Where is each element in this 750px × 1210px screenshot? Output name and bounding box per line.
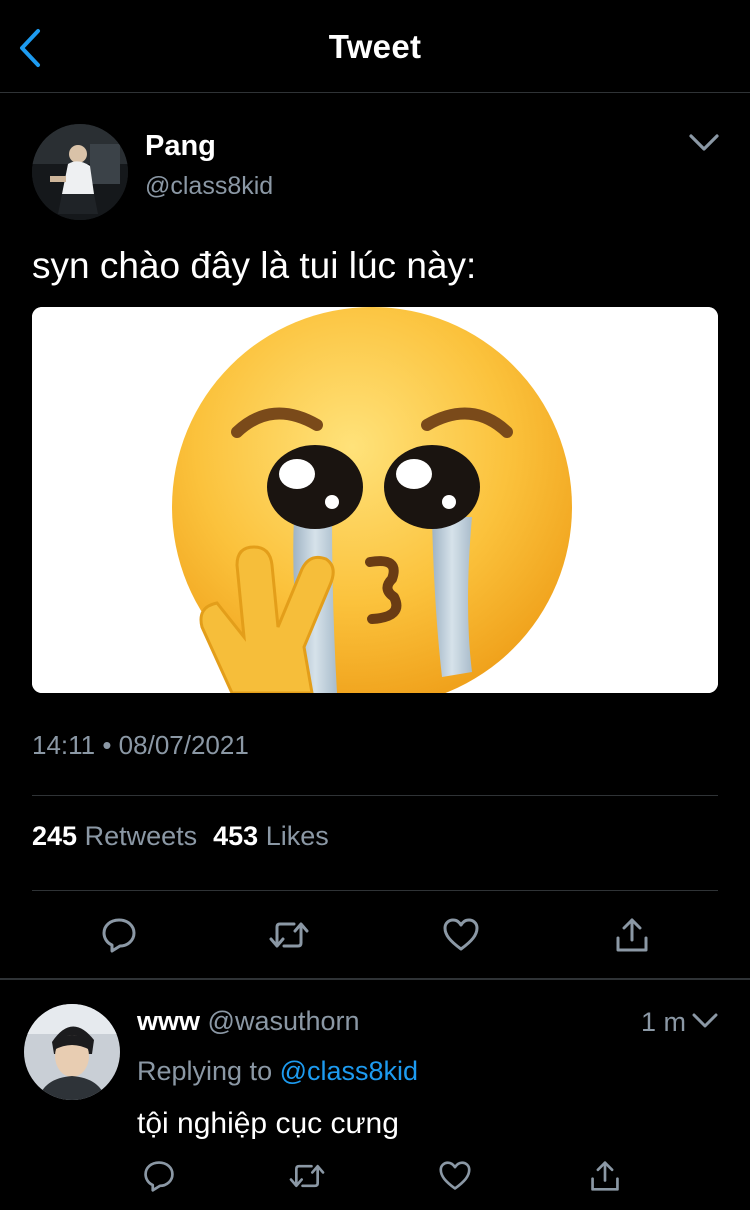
top-bar: Tweet	[0, 0, 750, 93]
chevron-down-icon	[689, 134, 719, 151]
reply-action-bar	[137, 1156, 697, 1196]
share-icon	[591, 1161, 619, 1191]
reply-share-button[interactable]	[583, 1156, 627, 1196]
replying-to-handle-link[interactable]: @class8kid	[280, 1056, 418, 1086]
reply-tweet[interactable]: www @wasuthorn 1 m Replying to @class8ki…	[0, 980, 750, 1210]
retweets-stat[interactable]: 245 Retweets	[32, 821, 197, 851]
retweets-label: Retweets	[84, 821, 198, 851]
tweet-stats: 245 Retweets 453 Likes	[32, 821, 329, 852]
likes-stat[interactable]: 453 Likes	[213, 821, 329, 851]
tweet-header: Pang @class8kid	[32, 124, 722, 220]
heart-icon	[443, 918, 479, 951]
reply-reply-button[interactable]	[137, 1156, 181, 1196]
reply-options-button[interactable]	[690, 1008, 720, 1034]
reply-time: 1 m	[640, 1007, 686, 1037]
replying-to-label: Replying to	[137, 1056, 273, 1086]
share-icon	[616, 918, 648, 952]
reply-text: tội nghiệp cục cưng	[137, 1107, 399, 1140]
likes-count: 453	[213, 821, 259, 851]
retweet-icon	[269, 922, 309, 948]
pleading-face-emoji-image	[32, 307, 718, 693]
reply-icon	[102, 918, 136, 953]
retweets-count: 245	[32, 821, 78, 851]
reply-author-avatar[interactable]	[24, 1004, 120, 1100]
tweet-media-image[interactable]	[32, 307, 718, 693]
tweet-timestamp: 14:11 • 08/07/2021	[32, 730, 249, 760]
likes-label: Likes	[265, 821, 329, 851]
page-title: Tweet	[328, 28, 422, 65]
reply-icon	[144, 1161, 174, 1192]
divider	[32, 795, 718, 796]
author-name[interactable]: Pang	[145, 130, 216, 163]
tweet-text: syn chào đây là tui lúc này:	[32, 245, 477, 286]
retweet-icon	[289, 1164, 325, 1188]
share-button[interactable]	[607, 912, 657, 958]
retweet-button[interactable]	[264, 912, 314, 958]
reply-like-button[interactable]	[433, 1156, 477, 1196]
replying-to: Replying to @class8kid	[137, 1056, 418, 1087]
author-avatar[interactable]	[32, 124, 128, 220]
author-handle[interactable]: @class8kid	[145, 172, 273, 201]
chevron-down-icon	[692, 1013, 718, 1028]
tweet-action-bar	[32, 912, 718, 962]
like-button[interactable]	[436, 912, 486, 958]
reply-author-line: www @wasuthorn	[137, 1006, 360, 1037]
heart-icon	[439, 1161, 471, 1190]
tweet-options-button[interactable]	[686, 128, 722, 158]
reply-button[interactable]	[94, 912, 144, 958]
reply-author-name[interactable]: www	[137, 1006, 200, 1036]
reply-author-handle[interactable]: @wasuthorn	[208, 1006, 360, 1036]
reply-retweet-button[interactable]	[285, 1156, 329, 1196]
divider	[32, 890, 718, 891]
